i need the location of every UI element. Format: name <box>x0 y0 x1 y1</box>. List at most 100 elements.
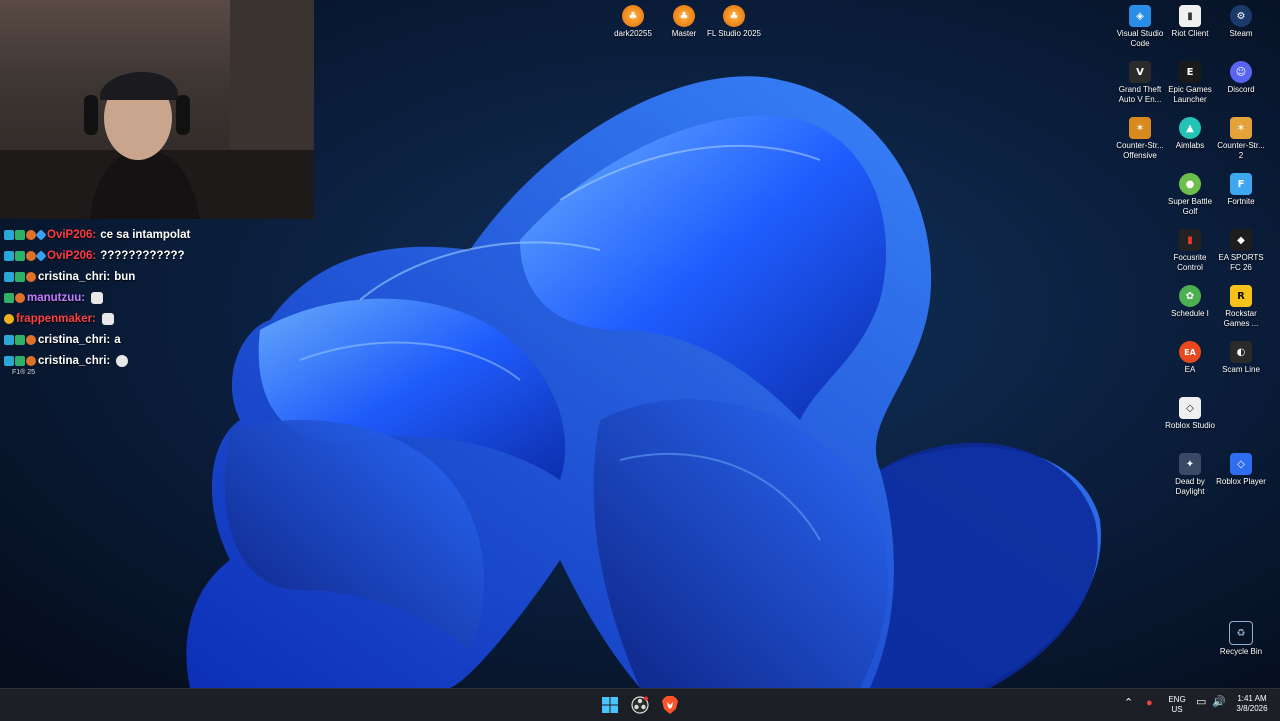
cs2-icon: ✶ <box>1230 117 1252 139</box>
fl-studio-icon: ♣ <box>673 5 695 27</box>
aimlabs-icon: ▲ <box>1179 117 1201 139</box>
moderator-badge-icon <box>4 250 14 261</box>
brave-taskbar-button[interactable] <box>660 695 680 715</box>
desktop-icon-riot-client[interactable]: ▮ Riot Client <box>1163 5 1217 39</box>
chat-text: ce sa intampolat <box>100 228 191 241</box>
desktop-icon-label: Visual Studio Code <box>1116 29 1164 48</box>
chat-username[interactable]: manutzuu: <box>27 292 85 304</box>
desktop-icon-label: Steam <box>1229 29 1253 38</box>
riot-client-icon: ▮ <box>1179 5 1201 27</box>
subscriber-badge-icon <box>15 334 25 345</box>
clock-time: 1:41 AM <box>1237 694 1267 703</box>
chat-username[interactable]: OviP206: <box>47 229 96 241</box>
desktop-icon-label: Riot Client <box>1171 29 1209 38</box>
chat-message: OviP206: ce sa intampolat <box>4 224 304 245</box>
desktop-icon-dead-by-daylight[interactable]: ✦ Dead by Daylight <box>1163 453 1217 497</box>
chat-username[interactable]: cristina_chri: <box>38 271 110 283</box>
desktop-icon-label: dark20255 <box>614 29 652 38</box>
streamer-silhouette <box>0 0 314 219</box>
fl-studio-icon: ♣ <box>622 5 644 27</box>
start-button[interactable] <box>600 695 620 715</box>
desktop-icon-label: Counter-Str... Offensive <box>1116 141 1164 160</box>
desktop-icon-label: EA SPORTS FC 26 <box>1218 253 1264 272</box>
rockstar-icon: R <box>1230 285 1252 307</box>
desktop-icon-label: Master <box>671 29 697 38</box>
desktop-icon-label: Fortnite <box>1227 197 1255 206</box>
microphone-icon[interactable]: ● <box>1146 698 1153 709</box>
desktop-icon-cs2[interactable]: ✶ Counter-Str... 2 <box>1214 117 1268 161</box>
desktop-icon-epic-games[interactable]: E Epic Games Launcher <box>1163 61 1217 105</box>
desktop-icon-rockstar[interactable]: R Rockstar Games ... <box>1214 285 1268 329</box>
desktop-icon-label: Rockstar Games ... <box>1223 309 1259 328</box>
schedule-icon: ✿ <box>1179 285 1201 307</box>
chat-text: a <box>114 333 121 346</box>
subscriber-badge-icon <box>15 271 25 282</box>
desktop-icon-roblox-player[interactable]: ◇ Roblox Player <box>1214 453 1268 487</box>
desktop-icon-label: Roblox Player <box>1216 477 1266 486</box>
ea-icon: EA <box>1179 341 1201 363</box>
chat-username[interactable]: cristina_chri: <box>38 334 110 346</box>
obs-taskbar-button[interactable] <box>630 695 650 715</box>
desktop-icon-label: FL Studio 2025 <box>707 29 761 38</box>
focusrite-icon: ▮ <box>1179 229 1201 251</box>
desktop-icon-label: Epic Games Launcher <box>1168 85 1212 104</box>
subscriber-badge-icon <box>4 292 14 303</box>
desktop-icon-ea-fc[interactable]: ◆ EA SPORTS FC 26 <box>1214 229 1268 273</box>
fire-badge-icon <box>26 250 36 261</box>
obs-icon <box>631 696 649 714</box>
roblox-studio-icon: ◇ <box>1179 397 1201 419</box>
desktop-icon-label: Discord <box>1227 85 1255 94</box>
desktop-icon-csgo[interactable]: ✶ Counter-Str... Offensive <box>1113 117 1167 161</box>
desktop-icon-steam[interactable]: ⚙ Steam <box>1214 5 1268 39</box>
chat-username[interactable]: cristina_chri: <box>38 355 110 367</box>
desktop-icon-master[interactable]: ♣ Master <box>657 5 711 39</box>
gta-icon: V <box>1129 61 1151 83</box>
gem-badge-icon <box>35 249 47 262</box>
region-code: US <box>1171 705 1183 714</box>
subscriber-badge-icon <box>15 355 25 366</box>
desktop-icon-label: Scam Line <box>1222 365 1260 374</box>
moderator-badge-icon <box>4 334 14 345</box>
desktop-icon-super-battle-golf[interactable]: ● Super Battle Golf <box>1163 173 1217 217</box>
desktop-icon-dark20255[interactable]: ♣ dark20255 <box>606 5 660 39</box>
emote-icon <box>101 312 114 325</box>
fire-badge-icon <box>26 229 36 240</box>
desktop-icon-discord[interactable]: ☺ Discord <box>1214 61 1268 95</box>
desktop-icon-aimlabs[interactable]: ▲ Aimlabs <box>1163 117 1217 151</box>
desktop-icon-scam-line[interactable]: ◐ Scam Line <box>1214 341 1268 375</box>
desktop-icon-recycle-bin[interactable]: ♻ Recycle Bin <box>1214 621 1268 657</box>
desktop-icon-focusrite[interactable]: ▮ Focusrite Control <box>1163 229 1217 273</box>
desktop-icon-gta[interactable]: V Grand Theft Auto V En... <box>1113 61 1167 105</box>
desktop-icon-label: Dead by Daylight <box>1175 477 1205 496</box>
clock[interactable]: 1:41 AM 3/8/2026 <box>1228 694 1276 714</box>
desktop-icon-label: Counter-Str... 2 <box>1217 141 1265 160</box>
windows-logo-icon <box>602 697 618 713</box>
desktop-icon-roblox-studio[interactable]: ◇ Roblox Studio <box>1163 397 1217 431</box>
subscriber-badge-icon <box>15 250 25 261</box>
gem-badge-icon <box>35 228 47 241</box>
fire-badge-icon <box>26 334 36 345</box>
recycle-bin-icon: ♻ <box>1229 621 1253 645</box>
moderator-badge-icon <box>4 271 14 282</box>
chat-message: frappenmaker: <box>4 308 304 329</box>
chat-text: ???????????? <box>100 249 185 262</box>
volume-icon[interactable]: 🔊 <box>1212 697 1226 708</box>
tray-overflow-chevron-icon[interactable]: ⌃ <box>1124 698 1133 709</box>
desktop-icon-schedule[interactable]: ✿ Schedule I <box>1163 285 1217 319</box>
desktop-icon-fortnite[interactable]: F Fortnite <box>1214 173 1268 207</box>
chat-username[interactable]: frappenmaker: <box>16 313 96 325</box>
ea-fc-icon: ◆ <box>1230 229 1252 251</box>
chat-username[interactable]: OviP206: <box>47 250 96 262</box>
desktop-icon-label: Aimlabs <box>1175 141 1205 150</box>
desktop-icon-vscode[interactable]: ◈ Visual Studio Code <box>1113 5 1167 49</box>
vscode-icon: ◈ <box>1129 5 1151 27</box>
network-icon[interactable]: ▭ <box>1196 697 1206 708</box>
golf-icon: ● <box>1179 173 1201 195</box>
scam-line-icon: ◐ <box>1230 341 1252 363</box>
language-indicator[interactable]: ENG US <box>1164 695 1190 715</box>
csgo-icon: ✶ <box>1129 117 1151 139</box>
desktop-icon-ea[interactable]: EA EA <box>1163 341 1217 375</box>
emote-icon <box>91 291 104 304</box>
desktop-icon-fl-studio[interactable]: ♣ FL Studio 2025 <box>707 5 761 39</box>
fire-badge-icon <box>26 355 36 366</box>
